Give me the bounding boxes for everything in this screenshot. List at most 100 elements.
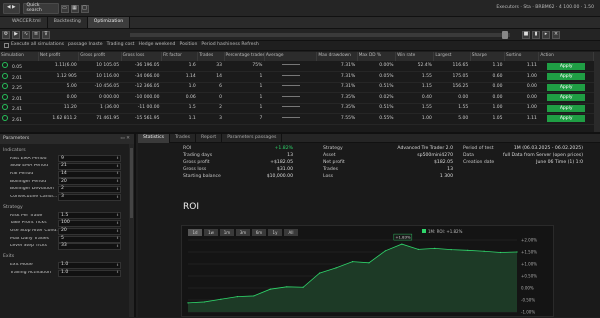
results-tab[interactable]: Trades bbox=[170, 134, 196, 143]
apply-button[interactable]: Apply bbox=[547, 94, 586, 102]
parameter-input[interactable]: 1.0 ⬍ bbox=[58, 269, 121, 277]
stepper-icon[interactable]: ⬍ bbox=[116, 187, 120, 192]
stepper-icon[interactable]: ⬍ bbox=[116, 214, 120, 218]
check-hedge[interactable]: Hedge weekend bbox=[139, 43, 176, 48]
column-header[interactable]: Net profit bbox=[38, 52, 80, 61]
parameter-input[interactable]: 21 ⬍ bbox=[58, 163, 121, 171]
column-header[interactable]: Max drawdown bbox=[316, 52, 358, 61]
check-trading-cost[interactable]: Trading cost bbox=[107, 43, 135, 48]
options-row: Execute all simulations passage Inaste T… bbox=[0, 41, 600, 51]
tab-backtesting[interactable]: Backtesting bbox=[47, 17, 88, 28]
column-header[interactable]: Action bbox=[538, 52, 594, 61]
parameter-input[interactable]: 2 ⬍ bbox=[58, 186, 121, 194]
parameter-input[interactable]: 5 ⬍ bbox=[58, 235, 121, 243]
apply-button[interactable]: Apply bbox=[547, 83, 586, 91]
stop-icon[interactable]: ■ bbox=[522, 30, 530, 39]
table-cell: -34 066.00 bbox=[121, 71, 162, 83]
table-cell: 7 bbox=[224, 113, 265, 125]
column-header[interactable]: Trades bbox=[197, 52, 225, 61]
stepper-icon[interactable]: ⬍ bbox=[116, 271, 120, 275]
column-header[interactable]: Sortino bbox=[504, 52, 540, 61]
check-period[interactable]: Period hashiness Refresh bbox=[201, 43, 258, 48]
stepper-icon[interactable]: ⬍ bbox=[116, 164, 120, 169]
parameter-input[interactable]: 100 ⬍ bbox=[58, 220, 121, 228]
grid-scrollbar[interactable] bbox=[594, 52, 600, 132]
results-tab[interactable]: Statistics bbox=[138, 134, 170, 143]
table-cell: 1.11 bbox=[504, 113, 539, 125]
check-position[interactable]: Position bbox=[179, 43, 197, 48]
sparkline bbox=[281, 74, 300, 76]
stepper-icon[interactable]: ⬍ bbox=[116, 237, 120, 241]
column-header[interactable]: Average bbox=[264, 52, 318, 61]
stepper-icon[interactable]: ⬍ bbox=[116, 263, 120, 268]
table-cell: 2.01 bbox=[0, 71, 39, 83]
parameter-input[interactable]: 20 ⬍ bbox=[58, 227, 121, 235]
column-header[interactable]: Percentage trades bbox=[224, 52, 265, 61]
nav-arrows-button[interactable]: ◀ ▶ bbox=[3, 3, 20, 14]
stepper-icon[interactable]: ⬍ bbox=[116, 180, 120, 184]
grid-icon[interactable]: ▦ bbox=[70, 4, 79, 13]
parameter-row: Bollinger Period 20 ⬍ bbox=[10, 178, 134, 186]
stepper-icon[interactable]: ⬍ bbox=[116, 195, 120, 200]
close-icon[interactable]: × bbox=[552, 30, 560, 39]
slider-handle[interactable] bbox=[502, 30, 508, 39]
parameter-input[interactable]: 1.5 ⬍ bbox=[58, 212, 121, 220]
column-header[interactable]: Simulation bbox=[0, 52, 39, 61]
apply-button[interactable]: Apply bbox=[547, 62, 586, 70]
table-row[interactable]: 2.25 5.00 -10 456.05 -12 366.05 1.0 6 1 7.31% 0.… bbox=[0, 82, 594, 93]
panel-menu-icon[interactable]: ▭ ✕ bbox=[120, 136, 130, 142]
column-header[interactable]: Sharpe bbox=[470, 52, 506, 61]
stepper-icon[interactable]: ⬍ bbox=[116, 157, 120, 161]
parameter-input[interactable]: 3 ⬍ bbox=[58, 193, 121, 201]
table-row[interactable]: 2.41 11.20 1 (36.00 -11 00.00 1.5 2 1 7.35% 0.51… bbox=[0, 103, 594, 114]
column-header[interactable]: Win rate bbox=[395, 52, 435, 61]
settings-icon[interactable]: ⚙ bbox=[2, 30, 10, 39]
scroll-thumb[interactable] bbox=[130, 148, 133, 218]
table-row[interactable]: 2.01 1.12 905 10 116.00 -34 066.00 1.14 14 1 7.… bbox=[0, 71, 594, 83]
parameter-section[interactable]: Exits bbox=[0, 254, 134, 262]
table-cell: 0.05 bbox=[0, 61, 39, 72]
apply-button[interactable]: Apply bbox=[547, 104, 586, 112]
stepper-icon[interactable]: ⬍ bbox=[116, 172, 120, 176]
column-header[interactable]: Gross profit bbox=[78, 52, 122, 61]
next-icon[interactable]: ▸ bbox=[542, 30, 550, 39]
check-execute-all[interactable]: Execute all simulations bbox=[4, 43, 64, 48]
parameter-input[interactable]: 14 ⬍ bbox=[58, 170, 121, 178]
tab-waccer[interactable]: WACCER.tml bbox=[0, 17, 48, 28]
column-header[interactable]: Largest bbox=[433, 52, 471, 61]
parameters-scrollbar[interactable] bbox=[129, 144, 134, 317]
stepper-icon[interactable]: ⬍ bbox=[116, 244, 120, 249]
parameter-input[interactable]: 9 ⬍ bbox=[58, 155, 121, 163]
stepper-icon[interactable]: ⬍ bbox=[116, 221, 120, 226]
results-tab[interactable]: Parameters passages bbox=[222, 134, 283, 143]
parameter-section[interactable]: Strategy bbox=[0, 204, 134, 212]
pause-icon[interactable]: ▮ bbox=[532, 30, 540, 39]
parameter-input[interactable]: 33 ⬍ bbox=[58, 243, 121, 251]
table-row[interactable]: 0.05 1.11(6.00 10 105.05 -36 196.05 1.6 33 75%… bbox=[0, 61, 594, 72]
table-cell: 1.11(6.00 bbox=[38, 61, 79, 72]
tab-optimization[interactable]: Optimization bbox=[87, 17, 131, 28]
chart-icon[interactable]: ∿ bbox=[22, 30, 30, 39]
parameter-input[interactable]: 1.0 ⬍ bbox=[58, 261, 121, 269]
results-tab[interactable]: Report bbox=[196, 134, 223, 143]
peak-tooltip: +1.83% bbox=[393, 233, 413, 241]
column-header[interactable]: Max DD % bbox=[357, 52, 397, 61]
column-header[interactable]: Gross loss bbox=[121, 52, 162, 61]
table-icon[interactable]: ≡ bbox=[32, 30, 40, 39]
apply-button[interactable]: Apply bbox=[547, 115, 586, 123]
apply-button[interactable]: Apply bbox=[547, 73, 586, 81]
play-icon[interactable]: ▶ bbox=[12, 30, 20, 39]
parameter-input[interactable]: 20 ⬍ bbox=[58, 178, 121, 186]
table-row[interactable]: 2.61 1.62 811.2 71 461.95 -15 561.95 1.1 3 7 7.… bbox=[0, 113, 594, 125]
column-header[interactable]: Fit factor bbox=[161, 52, 199, 61]
layout-icon[interactable]: ▭ bbox=[60, 4, 69, 13]
progress-slider[interactable] bbox=[130, 30, 510, 39]
quick-search-input[interactable]: Quick search bbox=[22, 3, 59, 14]
parameter-section[interactable]: Indicators bbox=[0, 147, 134, 155]
stepper-icon[interactable]: ⬍ bbox=[116, 229, 120, 234]
check-passage[interactable]: passage Inaste bbox=[68, 43, 103, 48]
table-row[interactable]: 2.01 0.00 0 000.00 -10 000.00 0.06 0 1 7.35% 0.0… bbox=[0, 92, 594, 104]
window-icon[interactable]: □ bbox=[80, 4, 89, 13]
parameter-label: Fast EMA Period bbox=[10, 156, 47, 161]
filter-icon[interactable]: ⊽ bbox=[42, 30, 50, 39]
